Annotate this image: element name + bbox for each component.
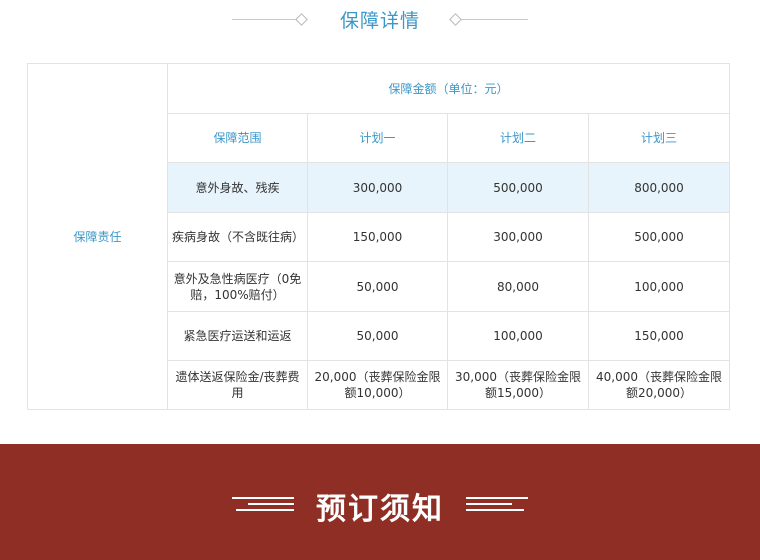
plan-3-value: 100,000: [587, 261, 731, 312]
section-header: 保障详情: [0, 0, 760, 42]
plan-2-value: 300,000: [447, 212, 589, 262]
plan-2-value: 100,000: [447, 311, 589, 361]
row-label: 紧急医疗运送和运返: [167, 311, 308, 361]
coverage-table: 保障责任 保障金额（单位：元） 保障范围 计划一 计划二 计划三 意外身故、残疾…: [27, 63, 731, 410]
plan-1-value: 50,000: [307, 311, 448, 361]
divider-line-right: [460, 19, 528, 20]
plan-2-value: 500,000: [447, 162, 589, 213]
plan-1-value: 20,000（丧葬保险金限额10,000）: [307, 360, 448, 410]
plan-3-value: 500,000: [587, 212, 731, 262]
decor-line-right-top: [466, 497, 528, 499]
plan-3-value: 150,000: [587, 311, 731, 361]
plan-1-value: 300,000: [307, 162, 448, 213]
notice-title: 预订须知: [316, 492, 444, 527]
diamond-ornament-left: [295, 13, 308, 26]
plan-1-value: 150,000: [307, 212, 448, 262]
plan-1-value: 50,000: [307, 261, 448, 312]
plan-2-value: 30,000（丧葬保险金限额15,000）: [447, 360, 589, 410]
decor-line-right-bottom: [466, 509, 524, 511]
notice-banner: 预订须知: [0, 444, 760, 560]
section-title: 保障详情: [339, 10, 420, 32]
row-label: 意外身故、残疾: [167, 162, 308, 213]
amount-header-cell: 保障金额（单位：元）: [166, 63, 731, 114]
plan-2-value: 80,000: [447, 261, 589, 312]
row-label: 遗体送返保险金/丧葬费用: [167, 360, 308, 410]
row-label: 意外及急性病医疗（0免赔，100%赔付）: [167, 261, 308, 312]
plan-1-header: 计划一: [307, 113, 448, 163]
divider-line-left: [232, 19, 300, 20]
plan-3-value: 800,000: [587, 162, 731, 213]
coverage-category-cell: 保障责任: [27, 63, 168, 410]
table-header-row: 保障责任 保障金额（单位：元）: [27, 63, 731, 410]
decor-line-right-middle: [466, 503, 512, 505]
scope-header-cell: 保障范围: [167, 113, 308, 163]
plan-3-value: 40,000（丧葬保险金限额20,000）: [587, 360, 731, 410]
row-label: 疾病身故（不含既往病）: [167, 212, 308, 262]
plan-3-header: 计划三: [587, 113, 731, 163]
plan-2-header: 计划二: [447, 113, 589, 163]
